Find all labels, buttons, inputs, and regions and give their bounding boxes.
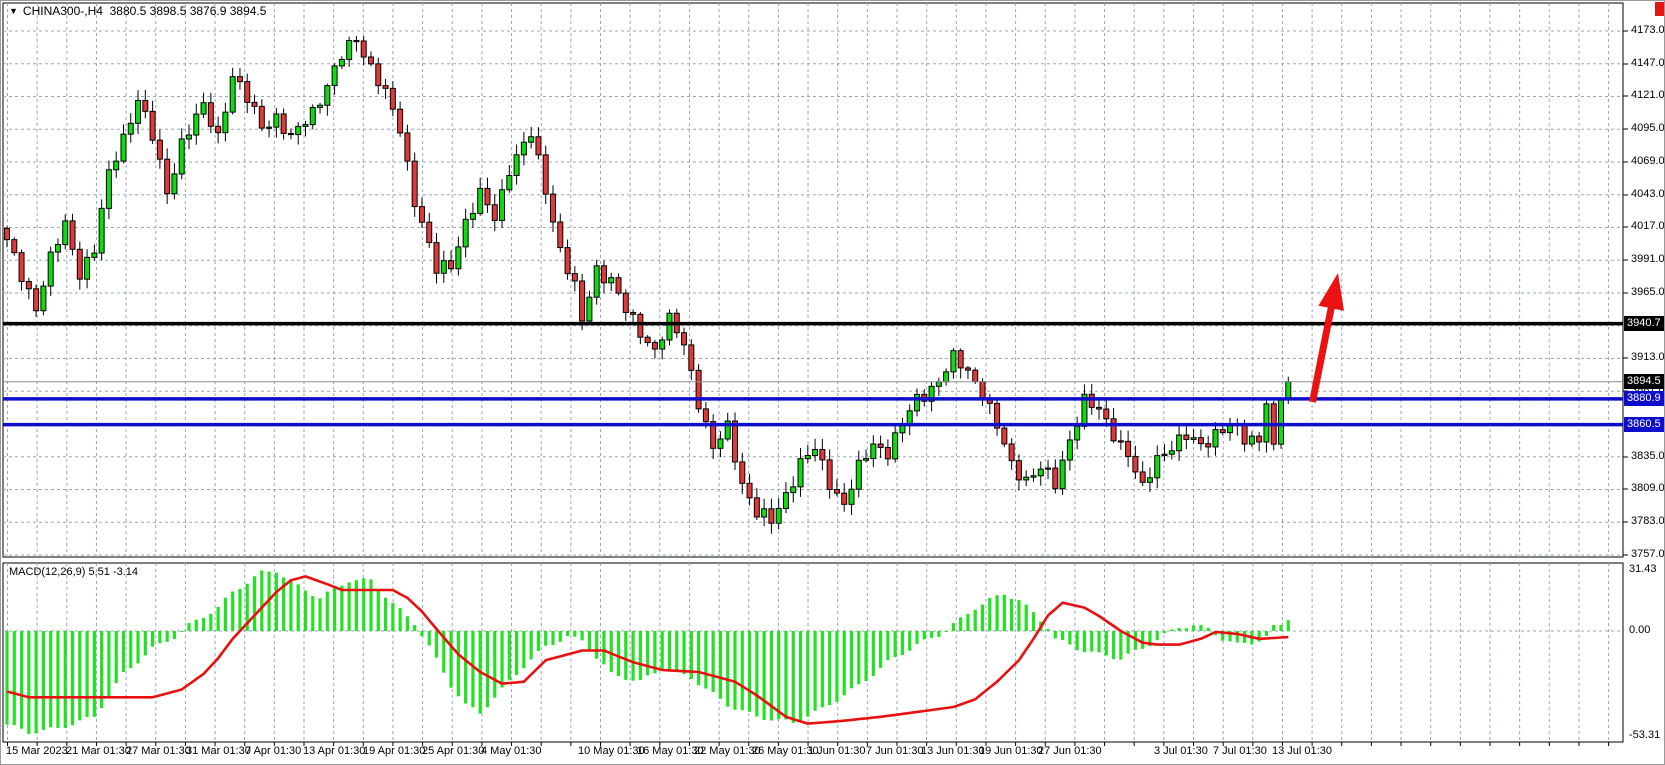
ohlc-values: 3880.5 3898.5 3876.9 3894.5 [110,4,267,18]
price-tag-3940.7: 3940.7 [1624,316,1665,331]
price-axis-label: 4043.0 [1631,188,1665,201]
date-axis-label: 7 Jun 01:30 [866,745,924,757]
price-axis-label: 4121.0 [1631,89,1665,102]
price-axis-label: 3965.0 [1631,286,1665,299]
price-axis-label: 4017.0 [1631,220,1665,233]
symbol-dropdown-icon[interactable]: ▼ [9,6,18,16]
date-axis-label: 27 Mar 01:30 [126,745,191,757]
macd-main-value: 5.51 [88,566,109,578]
price-chart-canvas[interactable] [1,1,1665,765]
date-axis-label: 25 Apr 01:30 [422,745,484,757]
date-axis-label: 21 Mar 01:30 [66,745,131,757]
price-axis-label: 3835.0 [1631,450,1665,463]
date-axis-label: 7 Apr 01:30 [245,745,301,757]
date-axis-label: 7 Jul 01:30 [1213,745,1267,757]
price-axis-label: 3913.0 [1631,351,1665,364]
candles [5,36,1291,534]
mt4-chart-window: ▼ CHINA300-,H4 3880.5 3898.5 3876.9 3894.… [0,0,1665,765]
symbol-period-label: CHINA300-,H4 [23,4,103,18]
price-axis-label: 4147.0 [1631,57,1665,70]
date-axis-label: 27 Jun 01:30 [1038,745,1102,757]
price-axis-label: 4095.0 [1631,122,1665,135]
chart-title: ▼ CHINA300-,H4 3880.5 3898.5 3876.9 3894.… [9,4,266,18]
date-axis-label: 13 Apr 01:30 [303,745,365,757]
macd-axis-label: -53.31 [1629,729,1660,742]
price-axis-label: 3809.0 [1631,482,1665,495]
date-axis-label: 1 Jun 01:30 [808,745,866,757]
price-axis-label: 4069.0 [1631,155,1665,168]
date-axis-label: 13 Jul 01:30 [1272,745,1332,757]
price-tag-3880.9: 3880.9 [1624,391,1665,406]
date-axis-label: 4 May 01:30 [481,745,542,757]
date-axis-label: 19 Jun 01:30 [979,745,1043,757]
price-axis-label: 4173.0 [1631,24,1665,37]
date-axis-label: 3 Jul 01:30 [1154,745,1208,757]
date-axis-label: 22 May 01:30 [694,745,761,757]
price-axis-label: 3783.0 [1631,515,1665,528]
macd-histogram [5,570,1289,733]
macd-axis-label: 0.00 [1629,624,1650,637]
date-axis-label: 31 Mar 01:30 [186,745,251,757]
date-axis-label: 15 Mar 2023 [6,745,68,757]
date-axis-label: 10 May 01:30 [578,745,645,757]
price-tag-3894.5: 3894.5 [1624,374,1665,389]
up-arrow-annotation[interactable] [1313,273,1345,402]
price-axis-label: 3757.0 [1631,548,1665,561]
price-axis-label: 3991.0 [1631,253,1665,266]
date-axis-label: 13 Jun 01:30 [921,745,985,757]
corner-red-marker [1655,2,1664,16]
macd-name: MACD(12,26,9) [9,566,85,578]
macd-axis-label: 31.43 [1629,563,1657,576]
price-tag-3860.5: 3860.5 [1624,417,1665,432]
date-axis-label: 19 Apr 01:30 [363,745,425,757]
macd-indicator-label: MACD(12,26,9) 5.51 -3.14 [9,566,138,578]
macd-signal-value: -3.14 [113,566,138,578]
